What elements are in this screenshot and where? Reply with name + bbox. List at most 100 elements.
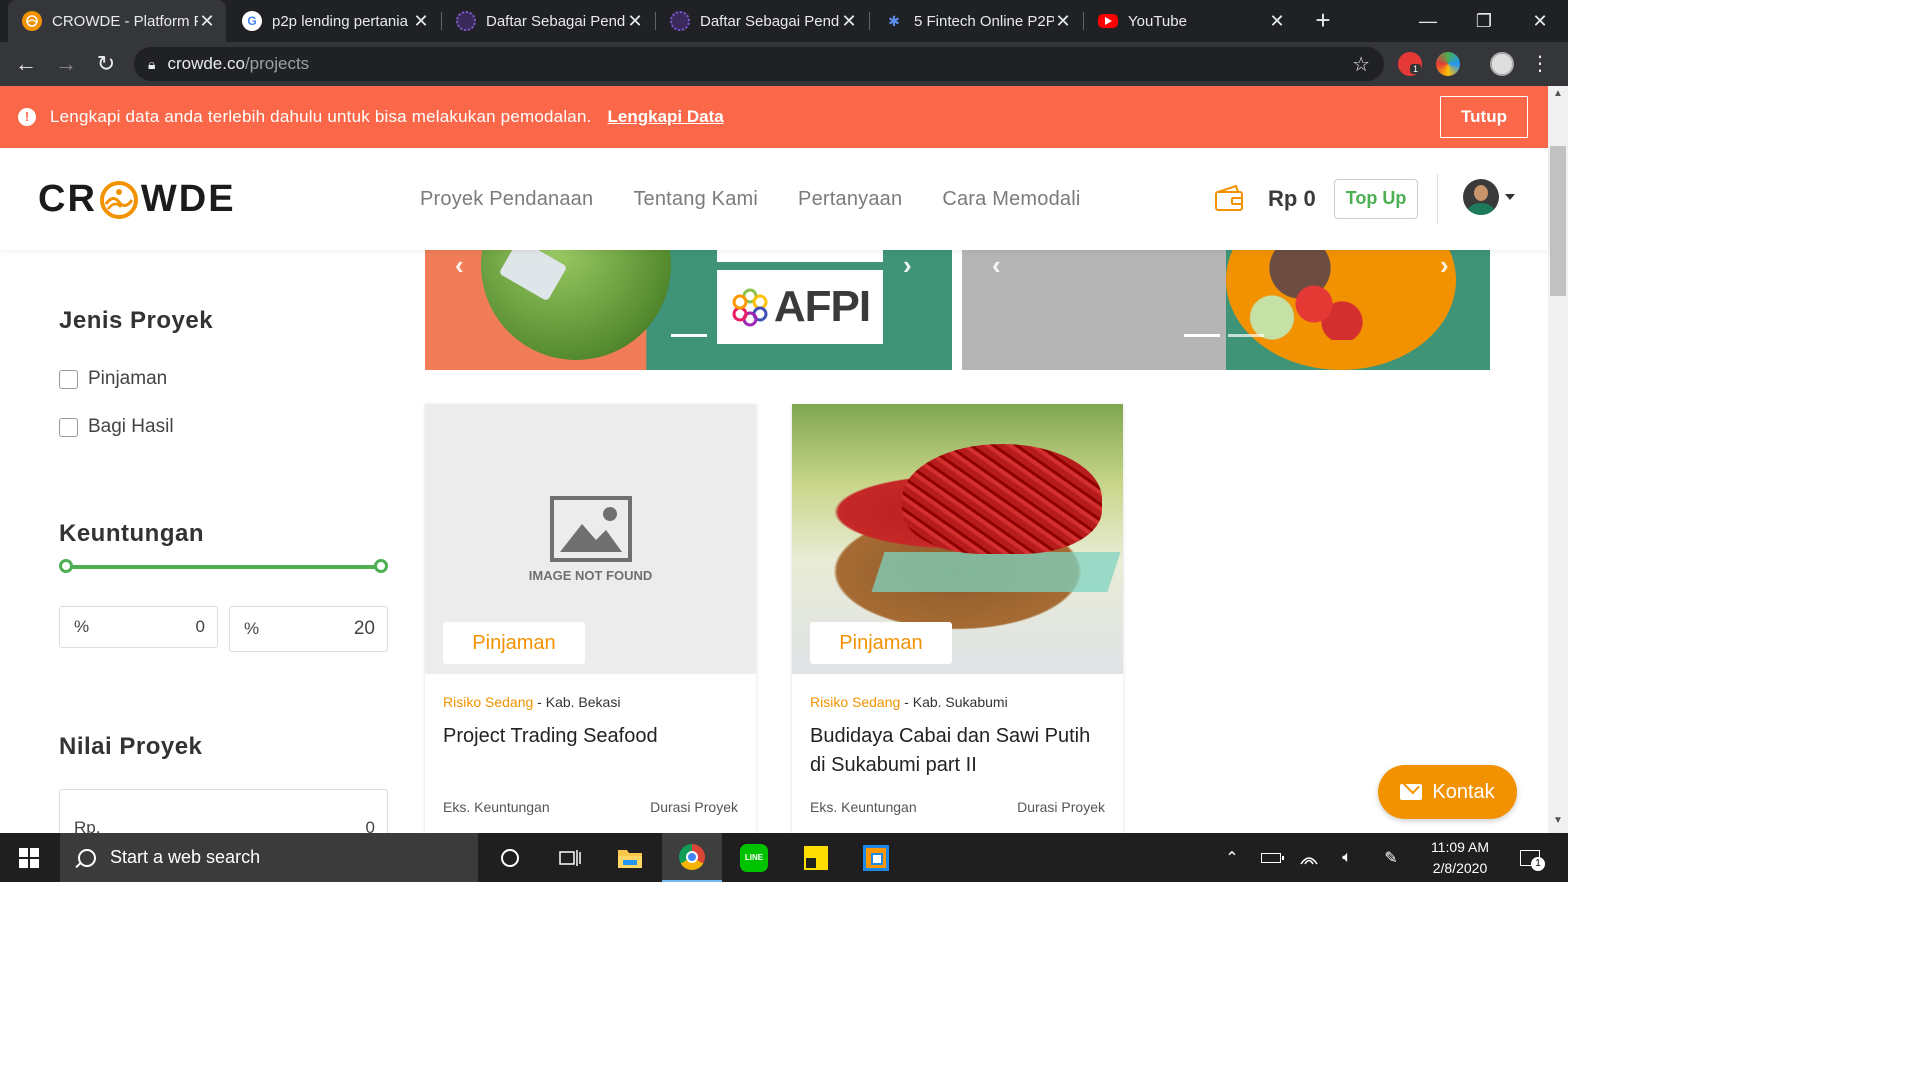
user-avatar[interactable]: [1463, 179, 1499, 215]
crowde-logo[interactable]: CR WDE: [38, 178, 236, 221]
browser-tab-youtube[interactable]: YouTube ✕: [1084, 0, 1296, 42]
nav-cara-memodali[interactable]: Cara Memodali: [942, 188, 1080, 211]
virtualbox-icon[interactable]: [846, 833, 906, 882]
promo-banner-afpi[interactable]: AFPI ‹ ›: [425, 250, 952, 370]
back-button[interactable]: ←: [10, 48, 42, 80]
tab-title: p2p lending pertania: [272, 12, 408, 30]
mail-icon: [1400, 784, 1423, 800]
windows-taskbar: Start a web search LINE ⌃ 🔈︎ ✎ 11:09 AM …: [0, 833, 1568, 882]
banner-prev-arrow-icon[interactable]: ‹: [455, 250, 464, 281]
keuntungan-range-track[interactable]: [66, 565, 382, 569]
keuntungan-range-max-handle[interactable]: [374, 559, 388, 573]
browser-tab-daftar-2[interactable]: Daftar Sebagai Penda ✕: [656, 0, 868, 42]
alert-icon: !: [18, 108, 36, 126]
banner-next-arrow-icon[interactable]: ›: [1440, 250, 1449, 281]
sticky-notes-icon[interactable]: [786, 833, 846, 882]
banner-next-arrow-icon[interactable]: ›: [903, 250, 912, 281]
browser-tab-google[interactable]: G p2p lending pertania ✕: [228, 0, 440, 42]
reload-button[interactable]: ↻: [90, 48, 122, 80]
contact-button[interactable]: Kontak: [1378, 765, 1517, 819]
filter-option-pinjaman[interactable]: Pinjaman: [59, 368, 167, 390]
close-alert-button[interactable]: Tutup: [1440, 96, 1528, 138]
close-tab-icon[interactable]: ✕: [1054, 11, 1072, 32]
volume-icon[interactable]: 🔈︎: [1332, 833, 1362, 882]
browser-tab-crowde[interactable]: CROWDE - Platform P ✕: [8, 0, 226, 42]
project-title[interactable]: Budidaya Cabai dan Sawi Putih di Sukabum…: [810, 722, 1110, 780]
promo-banner-produce[interactable]: ‹ ›: [962, 250, 1490, 370]
project-card-seafood[interactable]: IMAGE NOT FOUND Pinjaman Risiko Sedang -…: [425, 404, 756, 834]
line-app-icon[interactable]: LINE: [724, 833, 784, 882]
pen-workspace-icon[interactable]: ✎: [1376, 833, 1406, 882]
keuntungan-min-input[interactable]: % 0: [59, 606, 218, 648]
wallet-balance: Rp 0: [1268, 186, 1316, 211]
task-view-icon[interactable]: [540, 833, 600, 882]
cortana-icon[interactable]: [480, 833, 540, 882]
project-card-cabai[interactable]: Pinjaman Risiko Sedang - Kab. Sukabumi B…: [792, 404, 1123, 834]
restore-window-button[interactable]: ❐: [1456, 0, 1512, 42]
red-chili-pile: [902, 444, 1102, 554]
banner-prev-arrow-icon[interactable]: ‹: [992, 250, 1001, 281]
filter-option-bagi-hasil[interactable]: Bagi Hasil: [59, 416, 174, 438]
browser-tab-daftar-1[interactable]: Daftar Sebagai Penda ✕: [442, 0, 654, 42]
duration-label: Durasi Proyek: [650, 799, 738, 815]
banner-produce-photo: [1230, 250, 1370, 340]
keuntungan-range-min-handle[interactable]: [59, 559, 73, 573]
menu-kebab-icon[interactable]: ⋮: [1524, 48, 1556, 80]
browser-tab-fintech[interactable]: ✱ 5 Fintech Online P2P ✕: [870, 0, 1082, 42]
profile-avatar-icon[interactable]: [1490, 52, 1514, 76]
wifi-icon[interactable]: [1294, 833, 1324, 882]
duration-label: Durasi Proyek: [1017, 799, 1105, 815]
scrollbar-thumb[interactable]: [1550, 146, 1566, 296]
minimize-window-button[interactable]: —: [1400, 0, 1456, 42]
keuntungan-max-input[interactable]: % 20: [229, 606, 388, 652]
checkbox-label: Bagi Hasil: [88, 416, 174, 437]
scroll-up-arrow-icon[interactable]: ▲: [1548, 88, 1568, 104]
header-divider: [1437, 174, 1438, 224]
scroll-down-arrow-icon[interactable]: ▼: [1548, 815, 1568, 831]
close-tab-icon[interactable]: ✕: [840, 11, 858, 32]
incomplete-data-alert: ! Lengkapi data anda terlebih dahulu unt…: [0, 86, 1548, 148]
checkbox-bagi-hasil[interactable]: [59, 417, 78, 437]
address-bar[interactable]: 🔒︎ crowde.co/projects ☆: [134, 47, 1384, 81]
wallet-icon[interactable]: [1214, 184, 1244, 212]
project-title[interactable]: Project Trading Seafood: [443, 722, 743, 751]
extension-colorful-icon[interactable]: [1436, 52, 1460, 76]
browser-tab-bar: CROWDE - Platform P ✕ G p2p lending pert…: [0, 0, 1568, 42]
close-tab-icon[interactable]: ✕: [1268, 11, 1286, 32]
banner-indicator-dot[interactable]: [1184, 334, 1220, 337]
chrome-taskbar-icon[interactable]: [662, 833, 722, 882]
nav-pertanyaan[interactable]: Pertanyaan: [798, 188, 902, 211]
user-menu-caret-icon[interactable]: [1505, 194, 1515, 200]
start-button[interactable]: [0, 833, 58, 882]
url-host: crowde.co: [167, 54, 245, 73]
close-tab-icon[interactable]: ✕: [198, 11, 216, 32]
nav-tentang-kami[interactable]: Tentang Kami: [633, 188, 758, 211]
fintech-icon: ✱: [888, 12, 900, 29]
action-center-icon[interactable]: 1: [1512, 833, 1548, 882]
google-icon: G: [242, 11, 262, 31]
battery-icon[interactable]: [1256, 833, 1286, 882]
taskbar-search[interactable]: Start a web search: [60, 833, 478, 882]
close-window-button[interactable]: ✕: [1512, 0, 1568, 42]
top-up-button[interactable]: Top Up: [1334, 179, 1418, 219]
notification-count: 1: [1531, 856, 1545, 871]
image-not-found-icon: [550, 496, 632, 562]
bookmark-star-icon[interactable]: ☆: [1352, 52, 1370, 77]
complete-data-link[interactable]: Lengkapi Data: [608, 107, 724, 127]
show-hidden-icons-chevron-icon[interactable]: ⌃: [1218, 833, 1246, 882]
project-risk-location: Risiko Sedang - Kab. Bekasi: [443, 694, 621, 710]
extension-red-icon[interactable]: 1: [1398, 52, 1422, 76]
close-tab-icon[interactable]: ✕: [626, 11, 644, 32]
avatar-face: [1474, 185, 1488, 201]
banner-indicator-dot[interactable]: [1228, 334, 1264, 337]
checkbox-pinjaman[interactable]: [59, 369, 78, 389]
taskbar-clock[interactable]: 11:09 AM 2/8/2020: [1420, 837, 1500, 879]
banner-indicator-dot[interactable]: [671, 334, 707, 337]
youtube-icon: [1098, 14, 1118, 28]
file-explorer-icon[interactable]: [600, 833, 660, 882]
tab-title: YouTube: [1128, 12, 1187, 30]
close-tab-icon[interactable]: ✕: [412, 11, 430, 32]
new-tab-button[interactable]: +: [1308, 6, 1338, 36]
forward-button[interactable]: →: [50, 48, 82, 80]
nav-proyek-pendanaan[interactable]: Proyek Pendanaan: [420, 188, 593, 211]
